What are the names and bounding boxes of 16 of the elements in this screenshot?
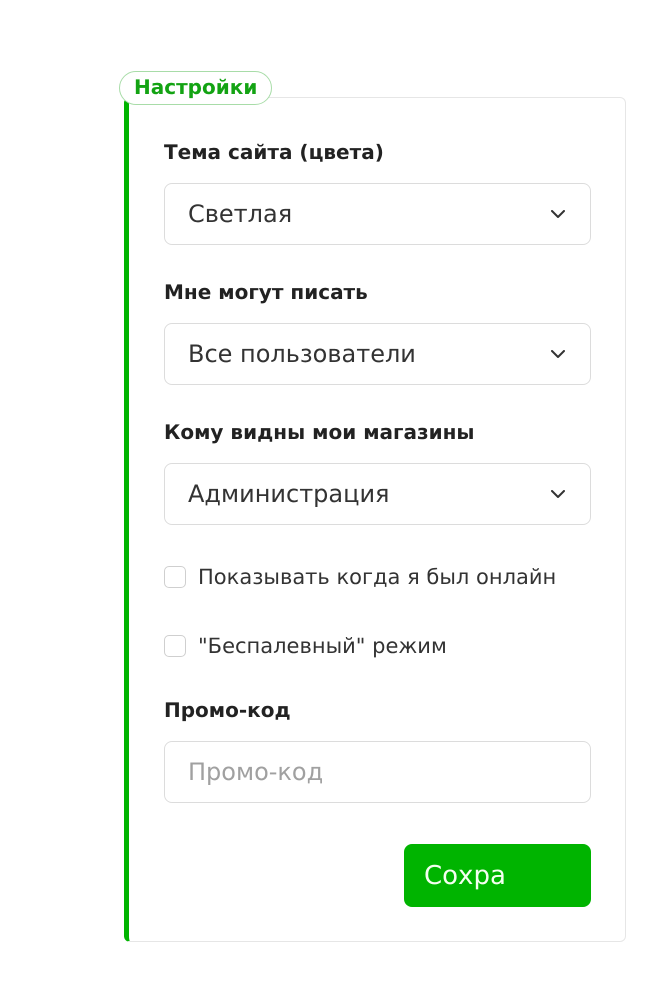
dropdown[interactable]: Светлая <box>164 183 591 245</box>
chevron-down-icon <box>551 350 565 358</box>
checkbox-label: Показывать когда я был онлайн <box>198 565 556 589</box>
field-label: Мне могут писать <box>164 280 369 304</box>
chevron-down-icon <box>551 210 565 218</box>
promo-code-field[interactable]: Промо-код <box>164 741 591 803</box>
field-label: Тема сайта (цвета) <box>164 140 385 164</box>
field-label: Промо-код <box>164 698 292 722</box>
dropdown[interactable]: Администрация <box>164 463 591 525</box>
checkbox-label: "Беспалевный" режим <box>198 634 447 658</box>
checkbox[interactable] <box>164 635 186 657</box>
checkbox[interactable] <box>164 566 186 588</box>
chevron-down-icon <box>551 490 565 498</box>
section-title: Настройки <box>119 71 272 105</box>
field-label: Кому видны мои магазины <box>164 420 476 444</box>
dropdown[interactable]: Все пользователи <box>164 323 591 385</box>
